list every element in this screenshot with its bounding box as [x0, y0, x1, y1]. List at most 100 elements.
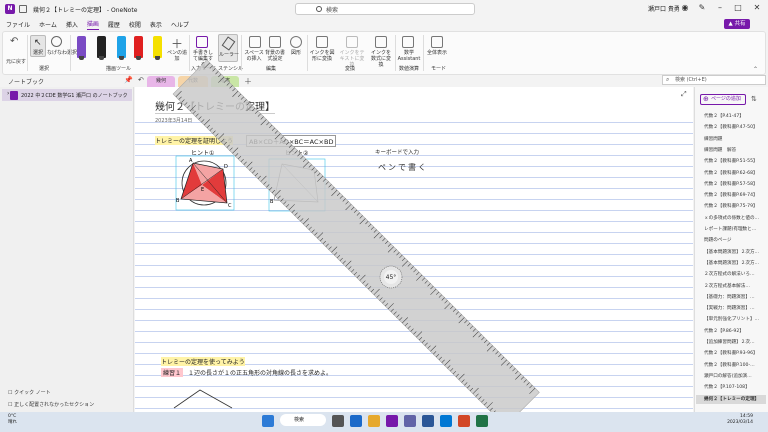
quick-notes-link[interactable]: ☐ クイック ノート [8, 389, 51, 396]
word-icon[interactable] [422, 415, 434, 427]
ink-to-math-icon[interactable] [375, 36, 387, 48]
insert-space-icon[interactable] [249, 36, 261, 48]
page-list-item[interactable]: 【単元別強化プリント】… [696, 315, 766, 324]
page-list-item[interactable]: 【基本問題演習】２次方… [696, 248, 766, 257]
outlook-icon[interactable] [440, 415, 452, 427]
handwriting-note[interactable]: ペンで書く [378, 162, 428, 173]
page-list-item[interactable]: 代数２【P.41-47】 [696, 112, 766, 121]
page-list-item[interactable]: 【基礎力：問題演習】… [696, 293, 766, 302]
start-icon[interactable] [262, 415, 274, 427]
page-list-item[interactable]: ２次方程式の解法いろ… [696, 270, 766, 279]
highlighter-yellow[interactable] [153, 36, 162, 60]
page-list-item[interactable]: ｘの多項式の係数と値の… [696, 214, 766, 223]
hint-2[interactable]: ヒント② [285, 148, 308, 157]
background-format-icon[interactable] [269, 36, 281, 48]
page-list-item[interactable]: 代数２【教科書P.100-… [696, 361, 766, 370]
handwrite-edit-icon[interactable] [196, 36, 208, 48]
menu-insert[interactable]: 挿入 [66, 20, 78, 29]
title-search-box[interactable]: 検索 [295, 3, 475, 15]
menu-view[interactable]: 表示 [150, 20, 162, 29]
ptolemy-figure-2[interactable]: B [268, 158, 328, 212]
taskview-icon[interactable] [332, 415, 344, 427]
add-page-button[interactable]: ⊕ ページの追加 [700, 94, 746, 105]
page-list-item[interactable]: 代数２【P.107-108】 [696, 383, 766, 392]
pen-purple[interactable] [77, 36, 86, 60]
page-list-item[interactable]: 代数２【教科書P.47-50】 [696, 123, 766, 132]
page-list-item[interactable]: 【実戦力：問題演習】… [696, 304, 766, 313]
search-icon: ⌕ [666, 76, 670, 83]
pen-black[interactable] [97, 36, 106, 60]
chevron-right-icon[interactable]: › [7, 90, 9, 97]
ink-to-shape-icon[interactable] [316, 36, 328, 48]
page-list-item[interactable]: 代数２【教科書P.57-58】 [696, 180, 766, 189]
page-list-item[interactable]: 練習問題 [696, 135, 766, 144]
math-group-label: 数値演算 [399, 66, 420, 72]
taskbar-search[interactable]: 検索 [280, 414, 326, 426]
expand-icon[interactable]: ⤢ [681, 90, 687, 99]
math-assistant-icon[interactable] [402, 36, 414, 48]
explorer-icon[interactable] [368, 415, 380, 427]
prove-heading[interactable]: トレミーの定理を証明しよう [155, 136, 234, 145]
keyboard-input-note[interactable]: キーボードで入力 [375, 148, 419, 156]
undo-icon[interactable]: ↶ [10, 36, 18, 47]
page-title[interactable]: 幾何２【トレミーの定理】 [155, 98, 275, 113]
misplaced-sections-link[interactable]: ☐ 正しく配置されなかったセクション [8, 401, 94, 408]
chevron-up-icon[interactable]: ⌃ [753, 66, 758, 73]
powerpoint-icon[interactable] [458, 415, 470, 427]
page-list-item[interactable]: 【基本問題演習】２次方… [696, 259, 766, 268]
user-name[interactable]: 瀬戸口 貴勇 [648, 4, 680, 13]
menu-review[interactable]: 校閲 [129, 20, 141, 29]
menu-draw[interactable]: 描画 [86, 19, 99, 30]
page-list-item[interactable]: 代数２【教科書P.75-79】 [696, 202, 766, 211]
menu-home[interactable]: ホーム [39, 20, 57, 29]
page-list-item[interactable]: 代数２【教科書P.51-55】 [696, 157, 766, 166]
menu-history[interactable]: 履歴 [108, 20, 120, 29]
exercise-label[interactable]: 練習１ [161, 368, 184, 377]
menu-help[interactable]: ヘルプ [171, 20, 189, 29]
page-list-item[interactable]: 代数２【教科書P.69-74】 [696, 191, 766, 200]
ptolemy-formula[interactable]: AB×CD＋AD×BC＝AC×BD [246, 135, 337, 147]
section-tab-geometry[interactable]: 幾何 [147, 76, 175, 87]
avatar[interactable]: ◉ [680, 3, 690, 13]
page-list-item[interactable]: レポート課題(有理数と… [696, 225, 766, 234]
edge-icon[interactable] [350, 415, 362, 427]
maximize-icon[interactable]: □ [733, 3, 743, 13]
pen-red[interactable] [134, 36, 143, 60]
page-list-item[interactable]: 代数２【教科書P.93-96】 [696, 349, 766, 358]
pen-icon[interactable]: ✎ [697, 3, 707, 13]
ptolemy-figure-1[interactable]: A D E B C [175, 155, 235, 211]
add-section-icon[interactable]: ＋ [244, 76, 252, 87]
sort-icon[interactable]: ⇅ [751, 95, 757, 103]
close-icon[interactable]: ✕ [752, 3, 762, 13]
section-tab-probability[interactable]: 確率 [211, 76, 239, 87]
weather-widget[interactable]: 0°C 晴れ [8, 414, 17, 426]
page-list-item[interactable]: 【追加練習問題】２次… [696, 338, 766, 347]
shapes-icon[interactable] [290, 36, 302, 48]
menu-file[interactable]: ファイル [6, 20, 30, 29]
system-clock[interactable]: 14:59 2023/03/14 [717, 414, 753, 426]
pen-blue[interactable] [117, 36, 126, 60]
page-list-item[interactable]: 代数２【P.86-92】 [696, 327, 766, 336]
page-list-item[interactable]: 幾何２【トレミーの定理】 [696, 394, 766, 404]
page-search-input[interactable]: ⌕ 検索 (Ctrl+E) [662, 75, 766, 85]
page-list-item[interactable]: 問題のページ [696, 236, 766, 245]
use-heading[interactable]: トレミーの定理を使ってみよう [161, 357, 245, 366]
teams-icon[interactable] [404, 415, 416, 427]
back-icon[interactable]: ↶ [138, 76, 144, 84]
minimize-icon[interactable]: – [715, 3, 725, 13]
page-search-placeholder: 検索 (Ctrl+E) [675, 77, 707, 83]
page-list-item[interactable]: ２次方程式基本解法… [696, 282, 766, 291]
pin-icon[interactable]: 📌 [124, 76, 133, 84]
quick-access-icon[interactable] [19, 5, 27, 13]
lasso-icon[interactable] [51, 36, 62, 47]
share-button[interactable]: ▲ 共有 [724, 19, 750, 29]
onenote-taskbar-icon[interactable] [386, 415, 398, 427]
fullscreen-icon[interactable] [431, 36, 443, 48]
page-list-item[interactable]: 代数２【教科書P.62-68】 [696, 169, 766, 178]
page-list-item[interactable]: 練習問題 解答 [696, 146, 766, 155]
exercise-text[interactable]: １辺の長さが１の正五角形の対角線の長さを求めよ。 [188, 368, 332, 377]
section-tab-algebra[interactable]: 代数 [178, 76, 208, 87]
notebook-item[interactable]: › 2022 中２CDE 数学G1 瀬戸口 のノートブック [2, 89, 132, 101]
page-list-item[interactable]: 瀬戸口の解答(追加演… [696, 372, 766, 381]
excel-icon[interactable] [476, 415, 488, 427]
